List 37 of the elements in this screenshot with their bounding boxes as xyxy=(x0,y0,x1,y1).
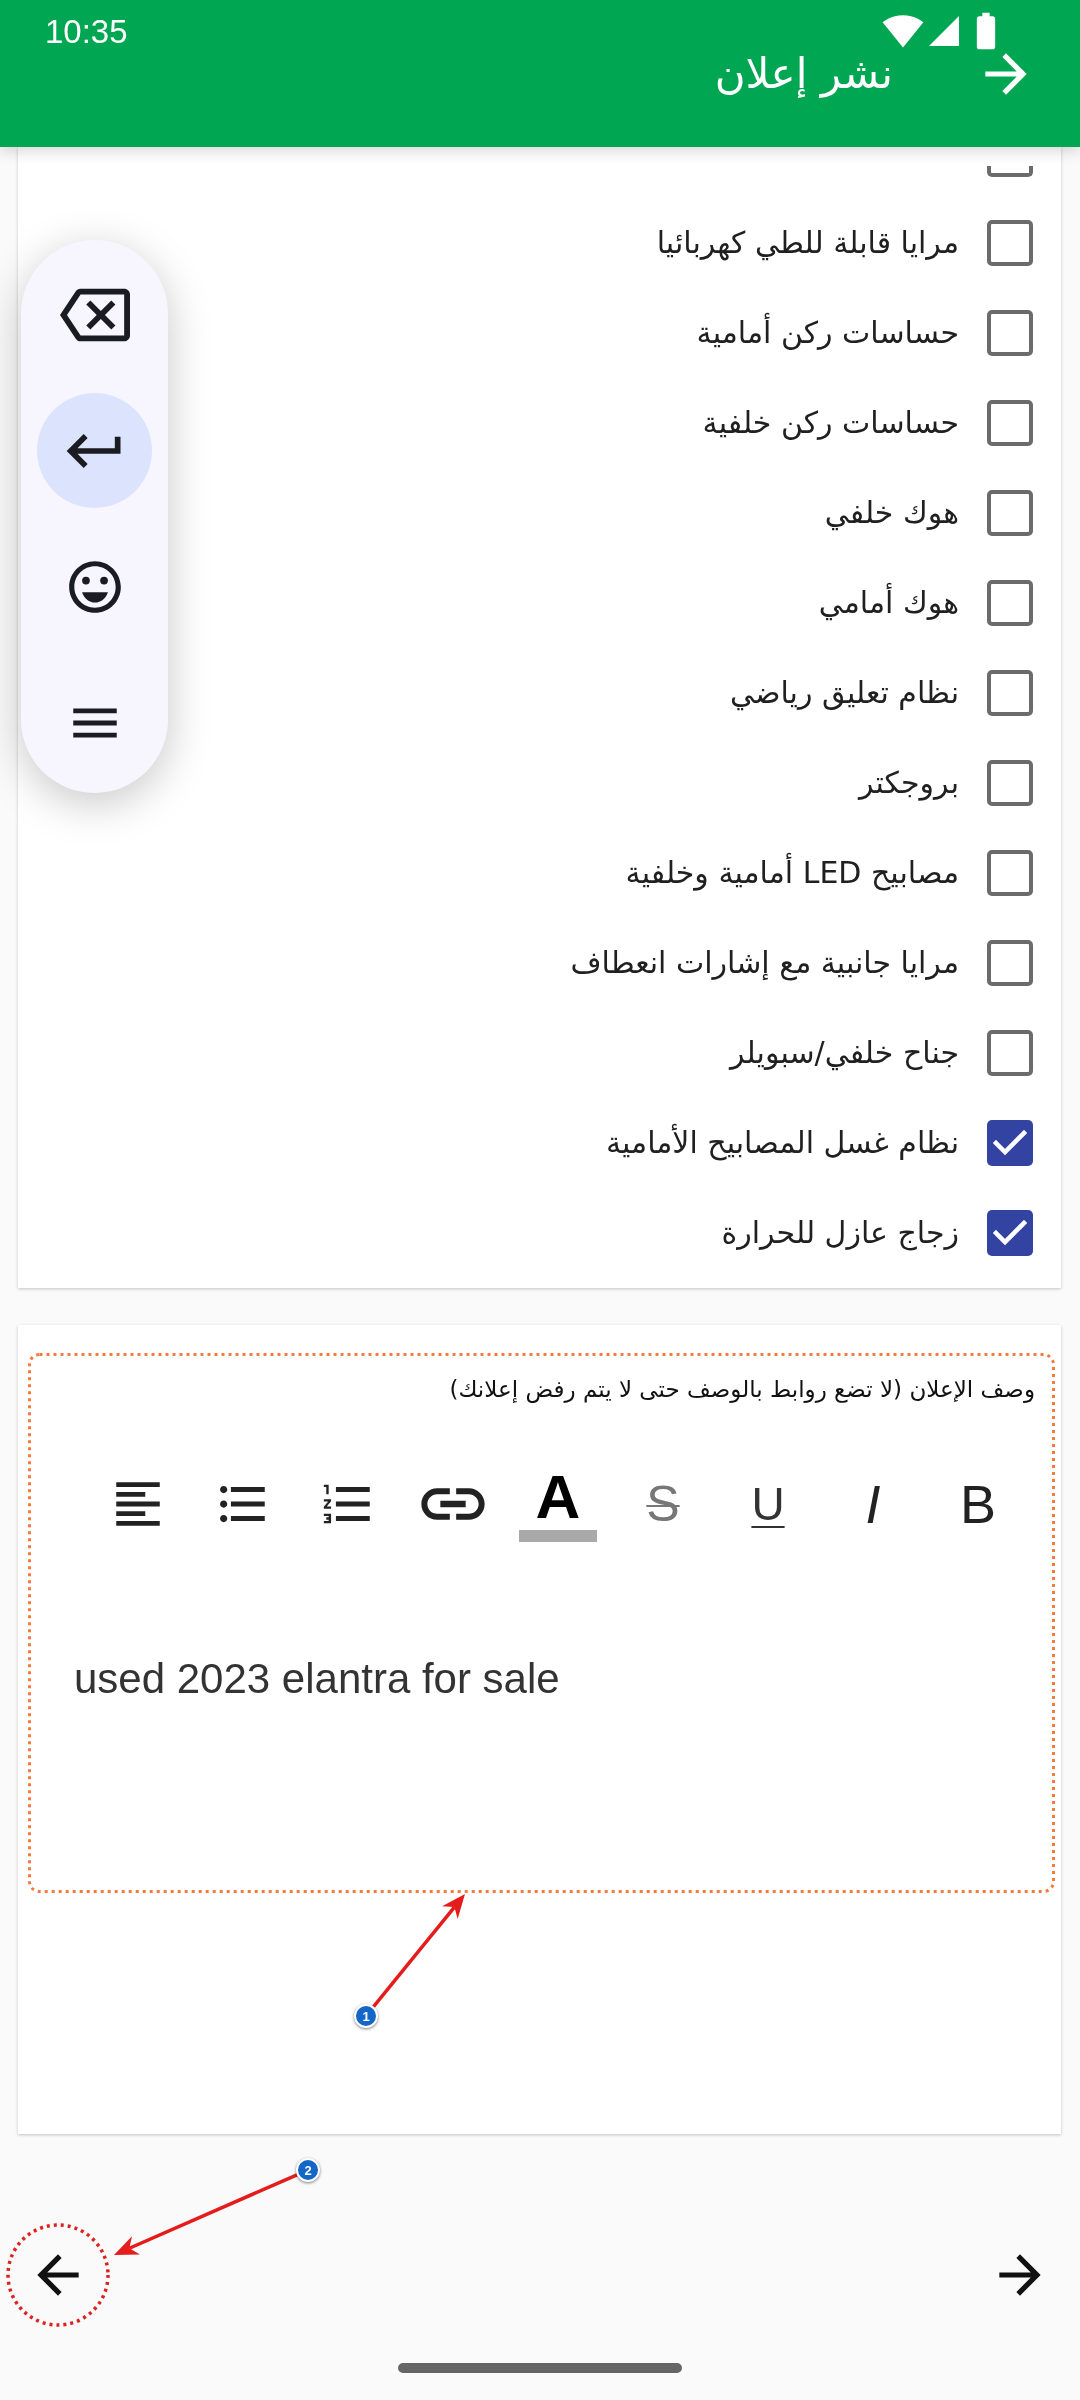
strikethrough-button[interactable]: S xyxy=(613,1464,713,1544)
description-field[interactable]: used 2023 elantra for sale xyxy=(29,1654,1053,1892)
feature-label: جناح خلفي/سبويلر xyxy=(730,1034,959,1073)
feature-label: حساسات ركن أمامية xyxy=(696,313,959,353)
feature-label: هوك أمامي xyxy=(818,583,959,623)
feature-label: نظام غسل المصابيح الأمامية xyxy=(605,1123,959,1163)
checkbox[interactable] xyxy=(987,166,1033,177)
feature-label: هوك خلفي xyxy=(824,494,959,533)
checkbox[interactable] xyxy=(987,490,1033,536)
checkbox[interactable] xyxy=(987,760,1033,806)
checkbox[interactable] xyxy=(987,580,1033,626)
checkbox[interactable] xyxy=(987,1210,1033,1256)
checkbox[interactable] xyxy=(987,940,1033,986)
feature-label: حساسات ركن خلفية xyxy=(702,404,959,442)
checkbox[interactable] xyxy=(987,1120,1033,1166)
italic-button[interactable]: I xyxy=(823,1464,923,1544)
checkbox[interactable] xyxy=(987,220,1033,266)
status-time: 10:35 xyxy=(45,14,128,48)
text-color-button[interactable]: A xyxy=(508,1464,608,1544)
annotation-number: 2 xyxy=(296,2158,320,2182)
feature-label: مرايا قابلة للطي كهربائيا xyxy=(656,224,959,263)
feature-label: نظام تعليق رياضي xyxy=(729,674,959,713)
checkbox[interactable] xyxy=(987,310,1033,356)
check-icon xyxy=(993,1220,1027,1246)
feature-label: بروجكتر xyxy=(858,764,959,803)
underline-button[interactable]: U xyxy=(718,1464,818,1544)
page-title: نشر إعلان xyxy=(714,50,893,98)
feature-label: زجاج عازل للحرارة xyxy=(721,1214,959,1253)
checkbox[interactable] xyxy=(987,850,1033,896)
field-label: وصف الإعلان (لا تضع روابط بالوصف حتى لا يتم رفض إعلانك) xyxy=(448,1375,1036,1405)
checkbox[interactable] xyxy=(987,670,1033,716)
feature-label: مصابيح LED أمامية وخلفية xyxy=(625,853,959,893)
feature-label: مرايا جانبية مع إشارات انعطاف xyxy=(570,944,959,983)
bold-button[interactable]: B xyxy=(928,1464,1028,1544)
checkbox[interactable] xyxy=(987,400,1033,446)
checkbox[interactable] xyxy=(987,1030,1033,1076)
check-icon xyxy=(993,1130,1027,1156)
